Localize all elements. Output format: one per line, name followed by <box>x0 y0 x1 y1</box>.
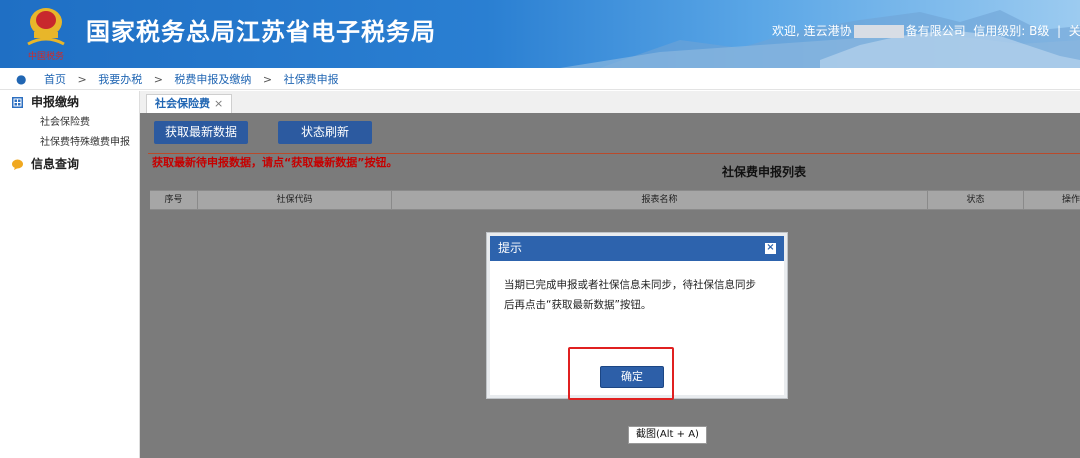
sidebar-group-query[interactable]: 信息查询 <box>0 153 139 175</box>
sidebar-group-label: 申报缴纳 <box>31 95 80 109</box>
column-header-status: 状态 <box>928 191 1024 209</box>
dialog-message: 当期已完成申报或者社保信息未同步，待社保信息同步 后再点击“获取最新数据”按钮。 <box>490 261 784 315</box>
refresh-status-button[interactable]: 状态刷新 <box>278 121 372 144</box>
column-header-action: 操作 <box>1062 195 1080 205</box>
breadcrumb-tax-handling[interactable]: 我要办税 <box>98 73 142 86</box>
dialog-message-line-2: 后再点击“获取最新数据”按钮。 <box>504 299 652 311</box>
header-separator: | <box>1057 24 1062 38</box>
breadcrumb-separator: > <box>153 73 163 86</box>
breadcrumb-current: 社保费申报 <box>283 73 339 86</box>
highlight-annotation-box <box>568 347 674 400</box>
dialog-message-line-1: 当期已完成申报或者社保信息未同步，待社保信息同步 <box>504 279 756 291</box>
header-close-link[interactable]: 关 <box>1069 24 1080 38</box>
dialog-title: 提示 <box>498 241 523 255</box>
fetch-latest-data-button[interactable]: 获取最新数据 <box>154 121 248 144</box>
screenshot-tooltip: 截图(Alt + A) <box>628 426 707 444</box>
breadcrumb-declaration[interactable]: 税费申报及缴纳 <box>174 73 251 86</box>
tab-label: 社会保险费 <box>155 97 210 110</box>
site-header: 中国税务 国家税务总局江苏省电子税务局 欢迎, 连云港协 备有限公司 信用级别: … <box>0 0 1080 68</box>
warning-message: 获取最新待申报数据，请点“获取最新数据”按钮。 <box>152 156 398 169</box>
sidebar-item-social-insurance[interactable]: 社会保险费 <box>0 113 139 133</box>
breadcrumb-separator: > <box>77 73 87 86</box>
tab-social-insurance[interactable]: 社会保险费 × <box>146 94 233 113</box>
site-title: 国家税务总局江苏省电子税务局 <box>86 18 436 46</box>
location-pin-icon: ● <box>16 72 27 86</box>
dialog-close-icon[interactable]: × <box>765 243 776 254</box>
svg-text:中国税务: 中国税务 <box>28 50 64 62</box>
column-header-code: 社保代码 <box>198 191 392 209</box>
breadcrumb-home[interactable]: 首页 <box>44 73 66 86</box>
column-header-index: 序号 <box>150 191 198 209</box>
dialog-header: 提示 × <box>490 236 784 261</box>
tab-bar: 社会保险费 × <box>140 91 1080 113</box>
redacted-name <box>853 25 904 38</box>
sidebar: 申报缴纳 社会保险费 社保费特殊缴费申报 信息查询 <box>0 91 140 458</box>
tax-emblem-logo: 中国税务 <box>27 8 65 62</box>
chat-bubble-icon <box>12 159 23 170</box>
sidebar-group-declaration[interactable]: 申报缴纳 <box>0 91 139 113</box>
table-header: 序号 社保代码 报表名称 状态 操作 <box>150 190 1080 210</box>
grid-icon <box>12 96 23 108</box>
tab-close-icon[interactable]: × <box>214 97 223 110</box>
breadcrumb-separator: > <box>262 73 273 86</box>
welcome-text: 欢迎, 连云港协 <box>772 24 852 38</box>
credit-level: 信用级别: B级 <box>973 24 1050 38</box>
company-suffix: 备有限公司 <box>905 24 966 38</box>
sidebar-item-special-payment[interactable]: 社保费特殊缴费申报 <box>0 133 139 153</box>
sidebar-group-label: 信息查询 <box>31 157 80 171</box>
column-header-report-name: 报表名称 <box>392 191 928 209</box>
list-title: 社保费申报列表 <box>722 165 807 179</box>
user-info: 欢迎, 连云港协 备有限公司 信用级别: B级 | 关 <box>772 22 1080 39</box>
breadcrumb: ● 首页 > 我要办税 > 税费申报及缴纳 > 社保费申报 <box>0 68 1080 90</box>
